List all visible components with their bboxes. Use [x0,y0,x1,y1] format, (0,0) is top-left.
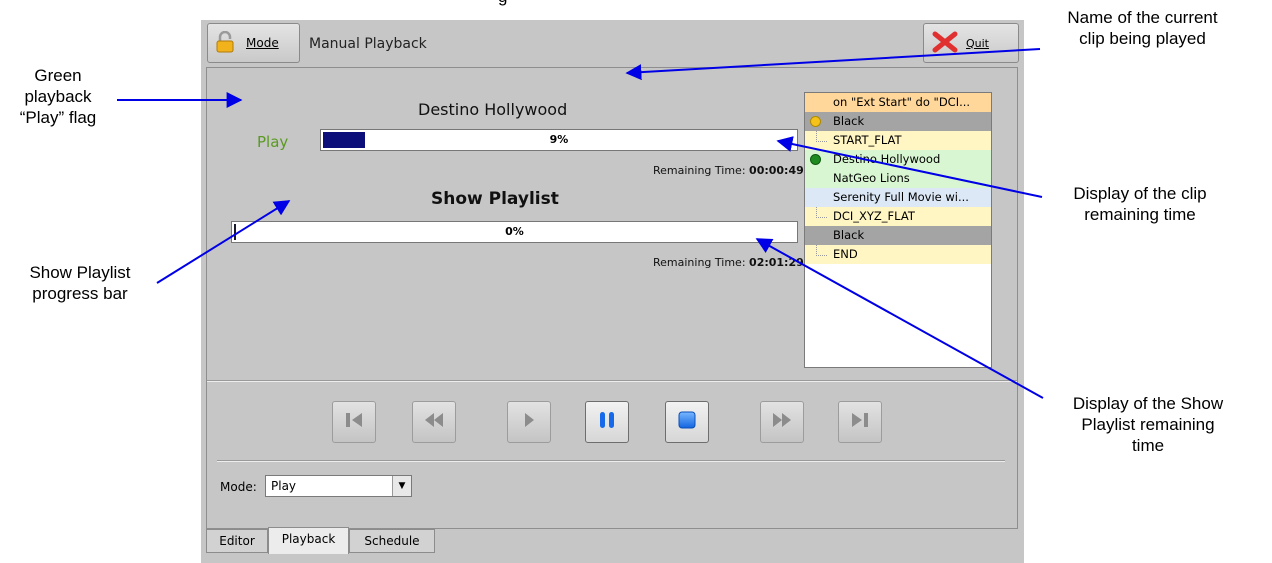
mode-button-label: Mode [246,36,279,50]
clip-remaining-label: Remaining Time: [653,164,746,177]
playlist-item[interactable]: Serenity Full Movie wi... [805,188,991,207]
fast-forward-icon [771,410,793,434]
pause-icon [596,409,618,435]
annotation-show-remaining: Display of the Show Playlist remaining t… [1072,394,1224,455]
tab-playback[interactable]: Playback [268,527,349,554]
playlist-item[interactable]: DCI_XYZ_FLAT [805,207,991,226]
playlist-item[interactable]: on "Ext Start" do "DCI... [805,93,991,112]
playlist-item-label: END [833,247,858,261]
show-playlist-title: Show Playlist [431,189,559,209]
playlist-item-label: on "Ext Start" do "DCI... [833,95,971,109]
skip-to-start-button[interactable] [332,401,376,443]
skip-to-start-icon [343,410,365,434]
playlist-item[interactable]: Destino Hollywood [805,150,991,169]
clip-progress-bar: 9% [320,129,798,151]
playlist-item-label: Black [833,228,865,242]
skip-to-end-icon [849,410,871,434]
close-icon [932,31,958,56]
playlist-item-label: START_FLAT [833,133,902,147]
playlist-item[interactable]: Black [805,112,991,131]
play-button[interactable] [507,401,551,443]
rewind-button[interactable] [412,401,456,443]
green-status-icon [810,154,821,165]
rewind-icon [423,410,445,434]
annotation-show-progress: Show Playlist progress bar [29,263,131,303]
playlist-item-label: NatGeo Lions [833,171,910,185]
mode-button[interactable]: Mode [207,23,300,63]
divider-highlight [217,461,1005,462]
play-status-flag: Play [257,133,289,151]
window-title: Manual Playback [309,36,427,52]
tree-connector-icon [816,245,827,256]
mode-select[interactable]: Play ▼ [265,475,412,497]
quit-button[interactable]: Quit [923,23,1019,63]
show-progress-bar: 0% [231,221,798,243]
show-remaining-label: Remaining Time: [653,256,746,269]
annotation-clip-remaining: Display of the clip remaining time [1073,184,1207,224]
current-clip-name: Destino Hollywood [418,100,568,119]
yellow-status-icon [810,116,821,127]
playlist-item[interactable]: NatGeo Lions [805,169,991,188]
playlist-item-label: Serenity Full Movie wi... [833,190,969,204]
playlist-item-label: DCI_XYZ_FLAT [833,209,915,223]
tree-connector-icon [816,207,827,218]
playlist-item-label: Destino Hollywood [833,152,941,166]
quit-button-label: Quit [966,36,989,50]
skip-to-end-button[interactable] [838,401,882,443]
manual-playback-window: Mode Manual Playback Quit Destino Hollyw… [201,20,1024,563]
playlist-item[interactable]: Black [805,226,991,245]
pause-button[interactable] [585,401,629,443]
stop-icon [676,409,698,435]
lock-icon [216,30,234,56]
clip-remaining-value: 00:00:49 [749,164,804,177]
play-icon [518,410,540,434]
clip-progress-label: 9% [549,133,569,146]
tab-schedule[interactable]: Schedule [349,529,435,553]
mode-select-label: Mode: [220,480,257,494]
annotation-clip-name: Name of the current clip being played [1067,8,1218,48]
show-remaining-time: Remaining Time: 02:01:29 [653,256,804,269]
tree-connector-icon [816,131,827,142]
show-progress-label: 0% [505,225,524,238]
divider-highlight [207,381,1017,382]
partial-heading: g [498,0,507,7]
playlist-panel[interactable]: on "Ext Start" do "DCI... Black START_FLAT… [804,92,992,368]
chevron-down-icon[interactable]: ▼ [392,476,411,496]
annotation-play-flag: Green playback “Play” flag [19,66,97,127]
tab-editor[interactable]: Editor [206,529,268,553]
playlist-item[interactable]: START_FLAT [805,131,991,150]
fast-forward-button[interactable] [760,401,804,443]
clip-remaining-time: Remaining Time: 00:00:49 [653,164,804,177]
playlist-item-label: Black [833,114,865,128]
mode-select-value: Play [271,479,297,493]
show-remaining-value: 02:01:29 [749,256,804,269]
playlist-item[interactable]: END [805,245,991,264]
stop-button[interactable] [665,401,709,443]
